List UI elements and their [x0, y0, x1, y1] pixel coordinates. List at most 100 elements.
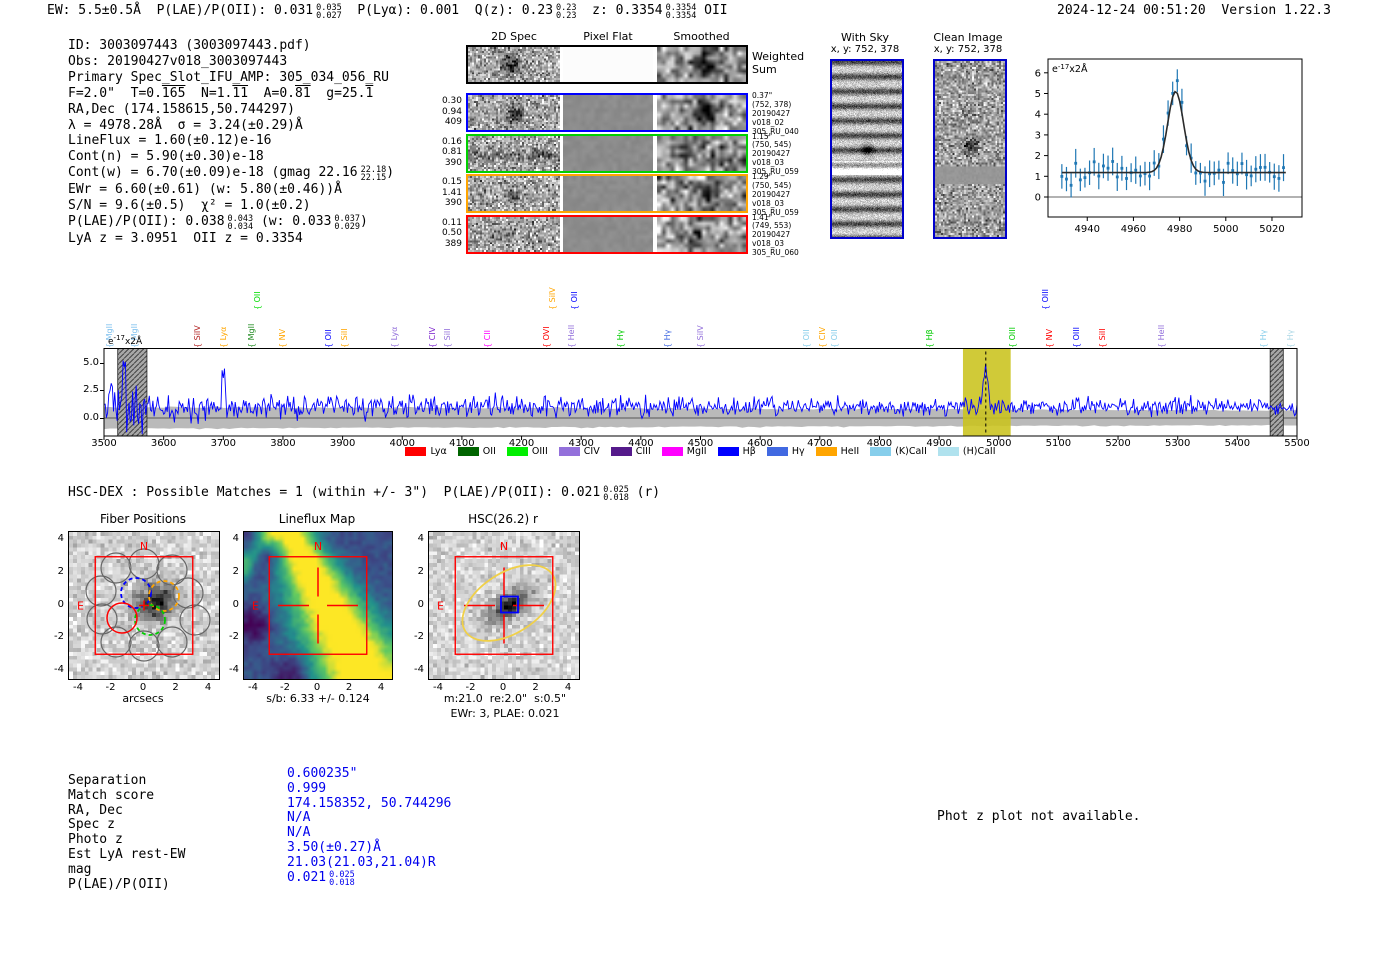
line-annotation-lyα: { Lyα — [219, 326, 229, 348]
clean-image-frame — [933, 59, 1007, 239]
text-run: OII — [696, 3, 728, 18]
cutout-y-tick: 4 — [57, 533, 64, 544]
line-annotation-oii: { OII — [830, 329, 840, 348]
stack-lower: 22.15 — [360, 173, 387, 184]
hsc-xlabel: m:21.0 re:2.0" s:0.5" — [443, 692, 567, 705]
inset-ylabel: e-17x2Å — [1052, 63, 1088, 75]
text-run: N=1. — [185, 85, 233, 101]
text-run: A=0. — [248, 85, 295, 101]
legend-label: Hγ — [791, 446, 805, 457]
legend-item-CIV: CIV — [558, 446, 600, 457]
line-annotation-hγ: { Hγ — [1258, 329, 1268, 348]
spec2d-2d-image — [468, 176, 560, 211]
spec2d-row — [466, 45, 748, 84]
match-table-value: 0.999 — [287, 781, 326, 797]
spec2d-smoothed-image — [657, 95, 746, 130]
spec2d-pixel-flat-image — [563, 95, 653, 130]
text-run: 11 — [232, 85, 249, 101]
line-annotation-oii: { OII — [252, 291, 262, 310]
legend-swatch-icon — [558, 447, 580, 456]
line-annotation-nv: { NV — [1045, 328, 1055, 348]
y-tick-mark — [100, 390, 104, 392]
text-run: 81 — [295, 85, 311, 101]
match-table-label: Est LyA rest-EW — [68, 847, 186, 862]
line-annotation-lyα: { Lyα — [390, 326, 400, 348]
text-run: 0.021 — [287, 869, 327, 885]
legend-label: Hβ — [742, 446, 756, 457]
spec2d-column-header: Pixel Flat — [583, 30, 633, 43]
fiber-positions-overlay: NE — [77, 540, 211, 662]
legend-swatch-icon — [661, 447, 683, 456]
line-annotation-ovi: { OVI — [541, 326, 551, 348]
spectrum-ylabel: e-17x2Å — [108, 334, 142, 347]
legend-label: (K)CaII — [895, 446, 927, 457]
line-annotation-nv: { NV — [277, 328, 287, 348]
text-run: Cont(n) = 5.90(±0.30)e-18 — [68, 149, 264, 165]
match-table-label: Photo z — [68, 832, 123, 848]
text-run: P(LAE)/P(OII): 0.038 — [68, 214, 225, 230]
spec2d-smoothed-image — [657, 176, 746, 211]
line-annotation-cii: { CII — [483, 330, 493, 348]
clean-image-title: Clean Image — [933, 31, 1003, 44]
cutout-y-tick: 0 — [417, 598, 424, 610]
spec2d-pixel-flat-image — [563, 135, 653, 171]
lineflux-map-title: Lineflux Map — [278, 512, 356, 526]
svg-text:5: 5 — [1035, 89, 1041, 100]
cutout-x-tick: -2 — [280, 682, 290, 693]
spec2d-row-left-labels: 0.15 1.41 390 — [420, 177, 462, 209]
stack-lower: 0.3354 — [665, 11, 697, 21]
fiber-positions-frame: NE — [68, 531, 220, 680]
match-table-label: P(LAE)/P(OII) — [68, 876, 170, 892]
stack-lower: 0.23 — [556, 11, 577, 21]
info-line: Primary Spec_Slot_IFU_AMP: 305_034_056_R… — [68, 70, 394, 86]
line-annotation-siii: { SiII — [339, 328, 349, 348]
legend-swatch-icon — [766, 447, 788, 456]
stack-lower: 0.018 — [603, 493, 629, 503]
ylabel-sup: -17 — [113, 334, 125, 342]
svg-text:4980: 4980 — [1167, 224, 1192, 235]
legend-item-OII: OII — [457, 446, 496, 457]
east-label: E — [252, 600, 259, 613]
spec2d-smoothed-image — [657, 47, 746, 82]
legend-swatch-icon — [506, 447, 528, 456]
match-table-label: RA, Dec — [68, 802, 123, 818]
spec2d-2d-image — [468, 216, 560, 252]
line-annotation-civ: { CIV — [428, 326, 438, 348]
cutout-y-tick: -2 — [54, 631, 64, 643]
cutout-y-tick: 2 — [57, 565, 64, 577]
with-sky-coords: x, y: 752, 378 — [830, 44, 900, 55]
text-run: 174.158352, 50.744296 — [287, 795, 452, 811]
weighted-sum-line: Sum — [752, 63, 777, 76]
cutout-y-tick: 0 — [57, 598, 64, 610]
cutout-y-tick: -4 — [54, 664, 64, 675]
spectrum-legend: Lyα OII OIII CIV CIII MgII Hβ Hγ HeII (K)CaII (H)C… — [104, 446, 1297, 457]
hsc-cutout-overlay: NE — [437, 540, 557, 655]
legend-swatch-icon — [405, 447, 427, 456]
left-label-line: 409 — [444, 117, 462, 127]
stack-lower: 0.034 — [227, 222, 254, 233]
cutout-x-tick: 2 — [345, 682, 353, 693]
line-annotation-oii: { OII — [801, 329, 811, 348]
text-run: ) — [386, 165, 395, 181]
spectral-line-annotations: { MgII{ MgII{ SiIV{ Lyα{ MgII{ OII{ NV{ … — [104, 250, 1297, 348]
y-tick-mark — [100, 363, 104, 364]
left-label-line: 389 — [444, 238, 462, 249]
info-line: λ = 4978.28Å σ = 3.24(±0.29)Å — [68, 118, 394, 134]
timestamp-version: 2024-12-24 00:51:20 Version 1.22.3 — [1057, 3, 1331, 19]
text-run: ) — [360, 214, 368, 230]
info-line: ID: 3003097443 (3003097443.pdf) — [68, 38, 394, 54]
with-sky-image — [832, 61, 902, 237]
stacked-value: 0.043 0.034 — [227, 215, 254, 233]
stacked-value: 0.025 0.018 — [603, 486, 629, 503]
with-sky-image-frame — [830, 59, 904, 239]
match-table-value: 0.021 0.025 0.018 — [287, 870, 355, 887]
spec2d-2d-image — [468, 95, 560, 130]
line-annotation-siii: { SiII — [442, 328, 452, 348]
phot-z-note: Phot z plot not available. — [937, 809, 1141, 824]
cutout-x-tick: 0 — [139, 682, 147, 693]
cutout-x-tick: 2 — [172, 682, 179, 693]
text-run: Cont(w) = 6.70(±0.09)e-18 (gmag 22.16 — [68, 165, 358, 181]
stacked-value: 0.3354 0.3354 — [665, 4, 697, 21]
spec2d-smoothed-image — [657, 135, 746, 171]
stack-lower: 0.018 — [329, 877, 355, 888]
